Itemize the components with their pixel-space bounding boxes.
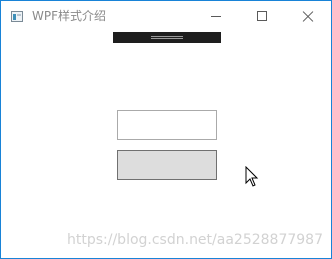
mouse-cursor-icon — [245, 166, 259, 187]
close-button[interactable] — [285, 1, 331, 32]
styled-button[interactable] — [117, 150, 217, 180]
text-input[interactable] — [117, 110, 217, 140]
window-app-icon — [11, 11, 23, 22]
window-title: WPF样式介绍 — [32, 9, 107, 23]
debug-toolbar[interactable] — [113, 32, 221, 43]
maximize-button[interactable] — [239, 1, 285, 32]
toolbar-handle-icon[interactable] — [151, 36, 183, 39]
watermark-text: https://blog.csdn.net/aa2528877987 — [67, 232, 323, 248]
maximize-icon — [257, 11, 267, 21]
title-bar[interactable]: WPF样式介绍 — [1, 1, 331, 32]
minimize-button[interactable] — [193, 1, 239, 32]
main-window: WPF样式介绍 https://blog.csdn.net/aa25288779… — [0, 0, 332, 259]
close-icon — [302, 11, 313, 22]
minimize-icon — [211, 16, 221, 17]
